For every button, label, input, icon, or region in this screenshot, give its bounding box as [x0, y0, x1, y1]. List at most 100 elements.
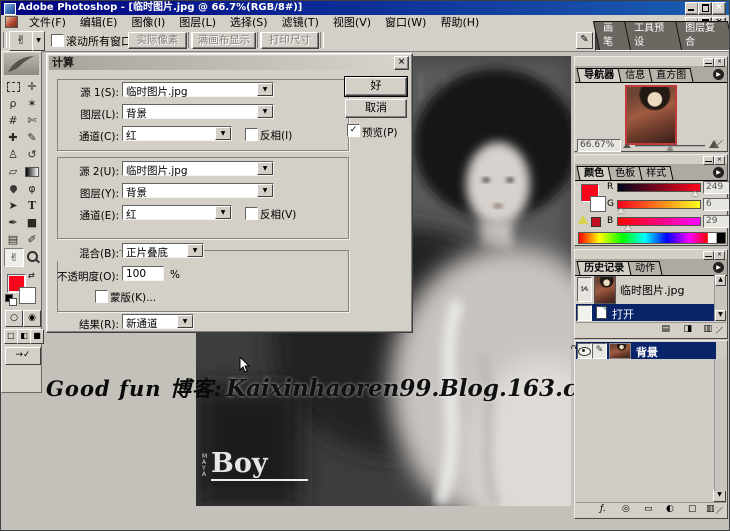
quick-mask-button[interactable]: ◉ — [23, 310, 41, 327]
tool-lasso[interactable]: ρ — [4, 95, 22, 112]
tool-preset-dropdown[interactable]: ▼ — [32, 31, 45, 51]
menu-image[interactable]: 图像(I) — [124, 16, 172, 29]
tool-rect-marquee[interactable] — [4, 78, 22, 95]
layer-row-background[interactable]: ✎ 背景 — [576, 342, 716, 359]
blue-slider[interactable] — [617, 217, 701, 230]
blue-slider-thumb[interactable] — [625, 225, 631, 230]
layer1-select[interactable]: 背景 ▼ — [122, 104, 274, 120]
tool-healing-brush[interactable]: ✚ — [4, 129, 22, 146]
tool-crop[interactable]: # — [4, 112, 22, 129]
panel-close-button[interactable]: × — [714, 251, 725, 260]
tab-tool-presets[interactable]: 工具预设 — [624, 21, 684, 50]
menu-view[interactable]: 视图(V) — [326, 16, 378, 29]
document-icon[interactable] — [5, 16, 18, 28]
tab-color[interactable]: 颜色 — [576, 166, 612, 180]
tool-eraser[interactable]: ▱ — [4, 163, 22, 180]
menu-select[interactable]: 选择(S) — [223, 16, 275, 29]
tool-notes[interactable]: ▤ — [4, 231, 22, 248]
scroll-all-windows-checkbox[interactable] — [51, 34, 64, 47]
layer2-select[interactable]: 背景 ▼ — [122, 183, 274, 199]
tool-history-brush[interactable]: ↺ — [23, 146, 41, 163]
tool-pen[interactable]: ✒ — [4, 214, 22, 231]
gamut-warning-icon[interactable] — [578, 215, 588, 224]
history-brush-well[interactable] — [577, 305, 592, 321]
snapshot-thumbnail[interactable] — [594, 276, 616, 304]
screen-standard-button[interactable]: □ — [4, 329, 18, 344]
panel-title-bar[interactable]: × — [575, 250, 727, 260]
tab-history[interactable]: 历史记录 — [576, 261, 632, 275]
new-document-from-state-button[interactable]: ▤ — [661, 324, 670, 334]
slider-thumb[interactable] — [667, 146, 673, 151]
tool-dodge[interactable]: φ — [23, 180, 41, 197]
layer-thumbnail[interactable] — [609, 343, 631, 359]
tool-brush[interactable]: ✎ — [23, 129, 41, 146]
screen-menu-button[interactable]: ◧ — [17, 329, 31, 344]
delete-layer-button[interactable]: ▥ — [706, 504, 715, 514]
menu-layer[interactable]: 图层(L) — [172, 16, 223, 29]
new-layer-button[interactable]: ▢ — [688, 504, 697, 514]
layer-visibility-cell[interactable] — [577, 343, 592, 359]
green-value-field[interactable]: 6 — [703, 198, 729, 211]
navigator-thumbnail[interactable] — [625, 85, 677, 145]
zoom-out-icon[interactable] — [623, 143, 631, 148]
panel-minimize-button[interactable] — [703, 58, 714, 67]
swap-colors-icon[interactable]: ⇄ — [28, 271, 35, 280]
history-state-row[interactable]: 打开 — [576, 304, 716, 321]
screen-full-button[interactable]: ■ — [30, 329, 44, 344]
tab-styles[interactable]: 样式 — [638, 166, 674, 180]
menu-window[interactable]: 窗口(W) — [378, 16, 433, 29]
close-button[interactable]: × — [712, 2, 726, 15]
history-source-well[interactable]: ᝰ — [577, 277, 592, 302]
tab-actions[interactable]: 动作 — [627, 261, 663, 275]
brush-well-icon[interactable]: ✎ — [576, 32, 593, 49]
panel-resize-grip[interactable] — [716, 140, 727, 151]
color-ramp[interactable] — [578, 232, 726, 244]
tool-clone-stamp[interactable]: ♙ — [4, 146, 22, 163]
tab-info[interactable]: 信息 — [617, 68, 653, 82]
tab-histogram[interactable]: 直方图 — [648, 68, 694, 82]
panel-menu-button[interactable]: ▶ — [713, 262, 724, 273]
invert1-checkbox[interactable] — [245, 128, 258, 141]
menu-help[interactable]: 帮助(H) — [433, 16, 486, 29]
source2-select[interactable]: 临时图片.jpg ▼ — [122, 161, 274, 177]
panel-close-button[interactable]: × — [714, 156, 725, 165]
background-color-swatch[interactable] — [19, 287, 36, 304]
tool-type[interactable]: T — [23, 197, 41, 214]
ok-button[interactable]: 好 — [344, 76, 408, 97]
tab-layer-comps[interactable]: 图层复合 — [675, 21, 729, 50]
red-value-field[interactable]: 249 — [703, 181, 729, 194]
result-select[interactable]: 新通道 ▼ — [122, 314, 194, 330]
layer-style-button[interactable]: ƒ. — [600, 504, 606, 514]
scroll-up-button[interactable]: ▲ — [715, 275, 726, 286]
panel-menu-button[interactable]: ▶ — [713, 167, 724, 178]
tool-zoom[interactable] — [23, 248, 41, 265]
restore-button[interactable] — [698, 2, 712, 15]
panel-minimize-button[interactable] — [703, 156, 714, 165]
adjustment-layer-button[interactable]: ◐ — [666, 504, 674, 514]
panel-menu-button[interactable]: ▶ — [713, 69, 724, 80]
tool-path-select[interactable]: ➤ — [4, 197, 22, 214]
print-size-button[interactable]: 打印尺寸 — [261, 32, 319, 49]
tool-magic-wand[interactable]: ✶ — [23, 95, 41, 112]
red-slider[interactable] — [617, 183, 701, 196]
mask-checkbox[interactable] — [95, 290, 108, 303]
new-snapshot-button[interactable]: ◨ — [683, 324, 692, 334]
layers-scrollbar[interactable] — [714, 359, 726, 491]
menu-edit[interactable]: 编辑(E) — [73, 16, 125, 29]
history-snapshot-row[interactable]: ᝰ 临时图片.jpg — [576, 275, 716, 304]
gamut-color-swatch[interactable] — [591, 217, 601, 227]
panel-minimize-button[interactable] — [703, 251, 714, 260]
tool-blur[interactable] — [4, 180, 22, 197]
fit-on-screen-button[interactable]: 满画布显示 — [192, 32, 256, 49]
invert2-checkbox[interactable] — [245, 207, 258, 220]
actual-pixels-button[interactable]: 实际像素 — [128, 32, 187, 49]
tab-swatches[interactable]: 色板 — [607, 166, 643, 180]
tool-slice[interactable]: ✄ — [23, 112, 41, 129]
blend-select[interactable]: 正片叠底 ▼ — [122, 243, 204, 259]
menu-file[interactable]: 文件(F) — [22, 16, 73, 29]
tool-shape[interactable]: ■ — [23, 214, 41, 231]
red-slider-thumb[interactable] — [692, 191, 698, 196]
green-slider[interactable] — [617, 200, 701, 213]
opacity-input[interactable]: 100 — [122, 266, 164, 281]
blue-value-field[interactable]: 29 — [703, 215, 729, 228]
